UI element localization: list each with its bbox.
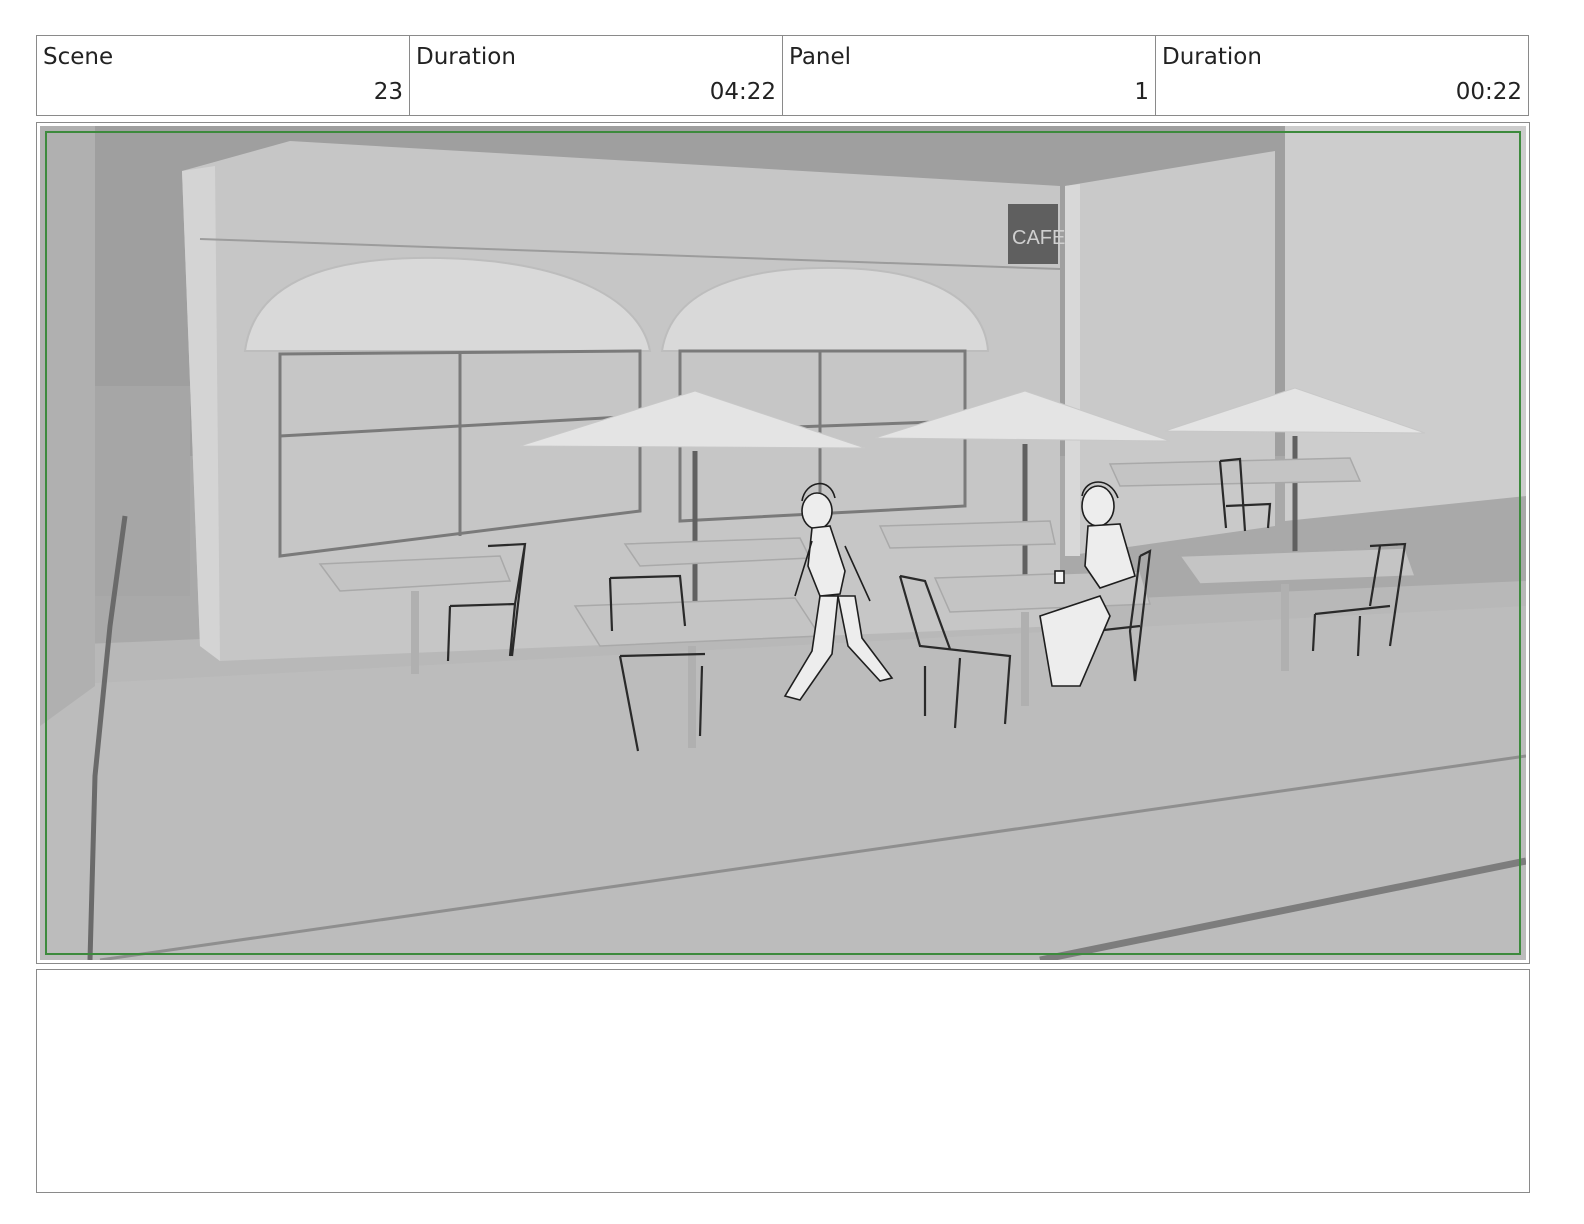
panel-sketch: CAFE (40, 126, 1526, 960)
scene-value[interactable]: 23 (374, 79, 403, 105)
panel-label: Panel (789, 44, 852, 70)
scene-duration-value[interactable]: 04:22 (710, 79, 776, 105)
panel-notes-area[interactable] (36, 969, 1530, 1193)
panel-frame[interactable]: CAFE (36, 122, 1530, 964)
panel-value[interactable]: 1 (1134, 79, 1149, 105)
scene-duration-label: Duration (416, 44, 516, 70)
scene-cell: Scene 23 (37, 36, 410, 115)
cafe-sign-text: CAFE (1012, 227, 1065, 249)
storyboard-header: Scene 23 Duration 04:22 Panel 1 Duration… (36, 35, 1529, 116)
scene-duration-cell: Duration 04:22 (410, 36, 783, 115)
scene-label: Scene (43, 44, 114, 70)
panel-cell: Panel 1 (783, 36, 1156, 115)
panel-duration-value[interactable]: 00:22 (1456, 79, 1522, 105)
panel-duration-cell: Duration 00:22 (1156, 36, 1528, 115)
panel-duration-label: Duration (1162, 44, 1262, 70)
